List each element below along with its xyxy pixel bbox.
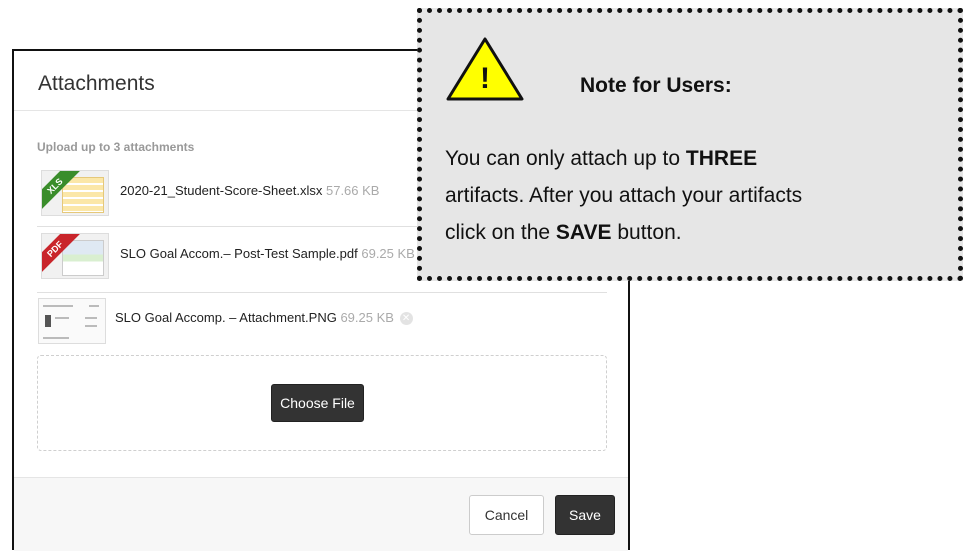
- note-line-2: artifacts. After you attach your artifac…: [445, 184, 803, 207]
- cancel-button[interactable]: Cancel: [469, 495, 544, 535]
- warning-glyph: !: [480, 62, 490, 95]
- divider: [37, 292, 607, 293]
- note-title: Note for Users:: [580, 74, 732, 97]
- file-name: 2020-21_Student-Score-Sheet.xlsx: [120, 183, 323, 198]
- attachment-item-2: SLO Goal Accom.– Post-Test Sample.pdf 69…: [120, 246, 415, 261]
- png-file-thumbnail: [38, 298, 106, 344]
- file-size: 57.66 KB: [325, 183, 380, 198]
- file-size: 69.25 KB: [340, 310, 394, 325]
- note-line-1: You can only attach up to THREE: [445, 147, 758, 170]
- xlsx-file-thumbnail: XLS: [41, 170, 109, 216]
- attachment-item-3: SLO Goal Accomp. – Attachment.PNG 69.25 …: [115, 310, 413, 326]
- pdf-file-thumbnail: PDF: [41, 233, 109, 279]
- upload-hint: Upload up to 3 attachments: [37, 140, 195, 154]
- file-name: SLO Goal Accomp. – Attachment.PNG: [115, 310, 337, 325]
- note-line-3: click on the SAVE button.: [445, 221, 682, 244]
- attachment-item-1: 2020-21_Student-Score-Sheet.xlsx 57.66 K…: [120, 183, 379, 198]
- save-button[interactable]: Save: [555, 495, 615, 535]
- remove-attachment-icon[interactable]: ✕: [399, 312, 413, 326]
- choose-file-button[interactable]: Choose File: [271, 384, 364, 422]
- file-name: SLO Goal Accom.– Post-Test Sample.pdf: [120, 246, 358, 261]
- file-size: 69.25 KB: [361, 246, 415, 261]
- warning-icon: !: [446, 37, 524, 101]
- modal-title: Attachments: [38, 72, 155, 95]
